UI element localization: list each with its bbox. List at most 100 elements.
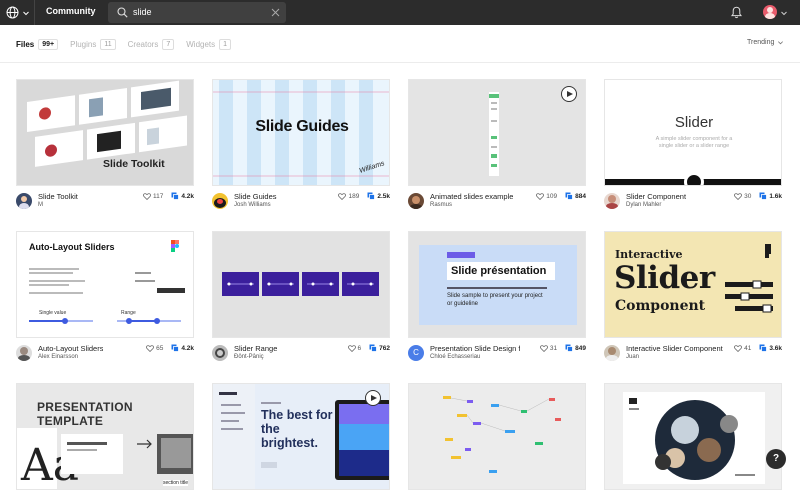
author-avatar[interactable] [212, 193, 228, 209]
thumbnail-art [605, 384, 781, 489]
tab-widgets[interactable]: Widgets 1 [186, 38, 232, 50]
card-author[interactable]: Josh Williams [234, 202, 271, 208]
card-author[interactable]: Dylan Mahler [626, 202, 661, 208]
sort-dropdown[interactable]: Trending [747, 39, 784, 46]
heart-icon[interactable] [734, 344, 743, 352]
duplicate-icon[interactable] [171, 192, 180, 200]
card-title[interactable]: Slider Component [626, 192, 686, 201]
help-button[interactable]: ? [766, 449, 786, 469]
duplicate-icon[interactable] [565, 344, 574, 352]
thumbnail-title: Slide présentation [451, 265, 547, 277]
card-title[interactable]: Presentation Slide Design f… [430, 344, 520, 353]
card-thumbnail[interactable] [604, 383, 782, 490]
card-meta: Slide Guides Josh Williams 189 2.5k [212, 191, 390, 211]
community-link[interactable]: Community [46, 6, 96, 16]
duplicate-count: 849 [575, 344, 586, 352]
thumbnail-title: Slider [674, 114, 714, 131]
chevron-down-icon[interactable] [780, 9, 788, 17]
tab-label: Files [16, 39, 35, 49]
heart-icon[interactable] [536, 192, 545, 200]
heart-icon[interactable] [146, 344, 155, 352]
card-thumbnail[interactable]: The best for the brightest. [212, 383, 390, 490]
card-title[interactable]: Animated slides example [430, 192, 513, 201]
duplicate-icon[interactable] [565, 192, 574, 200]
card-title[interactable]: Slide Toolkit [38, 192, 78, 201]
card-author[interactable]: Juan [626, 354, 639, 360]
heart-icon[interactable] [338, 192, 347, 200]
duplicate-count: 1.6k [769, 192, 782, 200]
top-bar: Community [0, 0, 800, 25]
user-avatar[interactable] [763, 5, 777, 19]
duplicate-icon[interactable] [369, 344, 378, 352]
bell-icon[interactable] [731, 6, 742, 19]
card-author[interactable]: Chloé Echasseriau [430, 354, 480, 360]
play-icon[interactable] [365, 390, 381, 406]
tab-files[interactable]: Files 99+ [16, 38, 59, 50]
duplicate-icon[interactable] [171, 344, 180, 352]
card-author[interactable]: Đônt-Pâniç [234, 354, 264, 360]
card-title[interactable]: Slide Guides [234, 192, 277, 201]
tab-plugins[interactable]: Plugins 11 [70, 38, 116, 50]
card-author[interactable]: M [38, 202, 43, 208]
duplicate-icon[interactable] [759, 344, 768, 352]
heart-icon[interactable] [539, 344, 548, 352]
card-title[interactable]: Auto-Layout Sliders [38, 344, 103, 353]
card-author[interactable]: Alex Einarsson [38, 354, 78, 360]
thumbnail-subtitle: A simple slider component for a single s… [655, 136, 733, 149]
globe-icon[interactable] [6, 6, 19, 19]
close-icon[interactable] [271, 8, 280, 17]
duplicate-count: 884 [575, 192, 586, 200]
search-input[interactable] [133, 7, 263, 17]
author-avatar[interactable] [16, 193, 32, 209]
card-thumbnail[interactable]: Auto-Layout Sliders Single value Range [16, 231, 194, 338]
card-thumbnail[interactable]: Slide présentation Slide sample to prese… [408, 231, 586, 338]
card-meta: Auto-Layout Sliders Alex Einarsson 65 4.… [16, 343, 194, 363]
author-avatar[interactable] [212, 345, 228, 361]
author-avatar[interactable] [408, 193, 424, 209]
duplicate-count: 762 [379, 344, 390, 352]
tab-creators[interactable]: Creators 7 [128, 38, 175, 50]
author-avatar[interactable] [16, 345, 32, 361]
card-stats: 109 884 [536, 192, 586, 200]
card-thumbnail[interactable]: Slider A simple slider component for a s… [604, 79, 782, 186]
author-avatar[interactable] [604, 345, 620, 361]
card-title[interactable]: Slider Range [234, 344, 277, 353]
header-divider [0, 62, 800, 63]
thumbnail-art [213, 232, 389, 337]
author-avatar[interactable]: C [408, 345, 424, 361]
like-count: 189 [348, 192, 360, 200]
card-meta: Slider Component Dylan Mahler 30 1.6k [604, 191, 782, 211]
result-tabs: Files 99+ Plugins 11 Creators 7 Widgets … [16, 37, 243, 51]
card-thumbnail[interactable]: Slide Guides Williams [212, 79, 390, 186]
card-thumbnail[interactable]: PRESENTATION TEMPLATE Aa section title [16, 383, 194, 490]
card-thumbnail[interactable] [408, 79, 586, 186]
heart-icon[interactable] [143, 192, 151, 200]
tab-label: Plugins [70, 39, 97, 49]
heart-icon[interactable] [347, 344, 356, 352]
heart-icon[interactable] [734, 192, 743, 200]
card-stats: 41 3.6k [734, 344, 782, 352]
card-stats: 6 762 [347, 344, 390, 352]
thumbnail-meta-line [447, 287, 547, 289]
author-avatar[interactable] [604, 193, 620, 209]
search-box[interactable] [108, 2, 286, 23]
play-icon[interactable] [561, 86, 577, 102]
card-meta: Slider Range Đônt-Pâniç 6 762 [212, 343, 390, 363]
like-count: 30 [744, 192, 752, 200]
thumbnail-label: Range [121, 310, 136, 316]
thumbnail-title: Slide Toolkit [103, 158, 165, 170]
card-thumbnail[interactable]: Slide Toolkit [16, 79, 194, 186]
card-title[interactable]: Interactive Slider Component [626, 344, 723, 353]
duplicate-icon[interactable] [759, 192, 768, 200]
sort-label: Trending [747, 39, 775, 46]
card-meta: Animated slides example Rasmus 109 884 [408, 191, 586, 211]
like-count: 109 [546, 192, 558, 200]
duplicate-icon[interactable] [367, 192, 376, 200]
card-thumbnail[interactable] [408, 383, 586, 490]
like-count: 31 [549, 344, 558, 352]
chevron-down-icon[interactable] [22, 9, 30, 17]
card-author[interactable]: Rasmus [430, 202, 452, 208]
card-thumbnail[interactable] [212, 231, 390, 338]
thumbnail-subtitle: Slide sample to present your project or … [447, 293, 543, 307]
card-thumbnail[interactable]: Interactive Slider Component [604, 231, 782, 338]
